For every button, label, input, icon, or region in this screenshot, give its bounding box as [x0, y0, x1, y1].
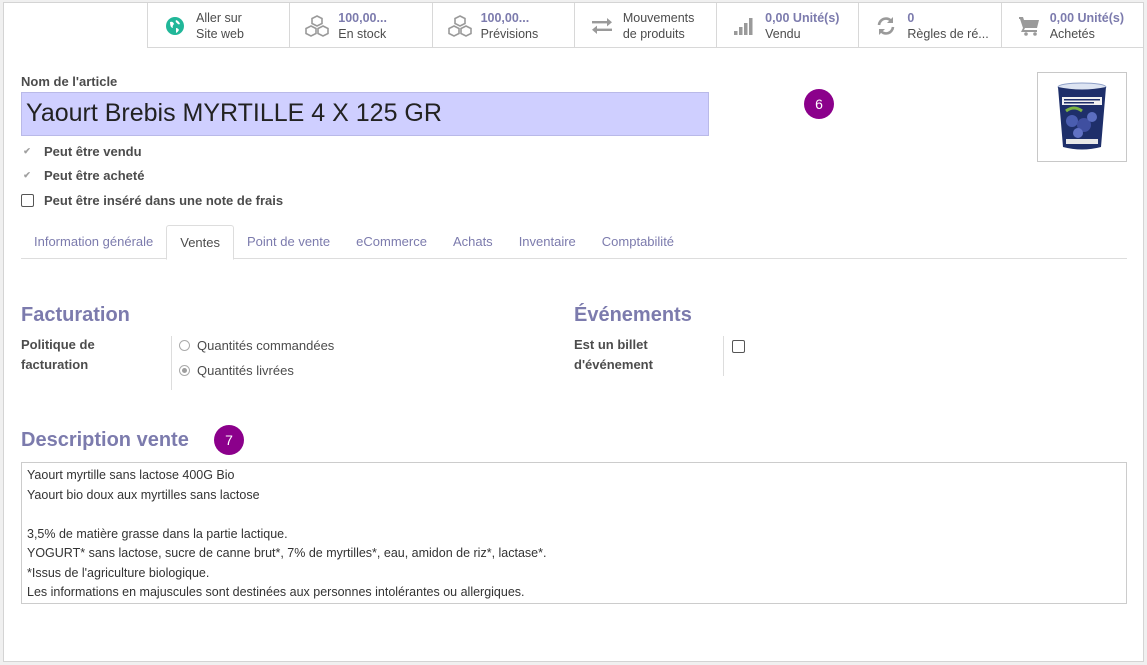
annotation-badge: 7	[214, 425, 244, 455]
can-be-purchased-checkbox[interactable]: ✔ Peut être acheté	[21, 168, 144, 183]
reorder-rules-value: 0	[907, 10, 915, 25]
tab-ecommerce[interactable]: eCommerce	[343, 225, 440, 259]
radio-selected-icon[interactable]	[179, 365, 190, 376]
website-button-label-2: Site web	[196, 26, 244, 41]
sales-description-textarea[interactable]: Yaourt myrtille sans lactose 400G Bio Ya…	[21, 462, 1127, 604]
product-name-label: Nom de l'article	[21, 74, 118, 89]
cubes-icon	[304, 13, 330, 39]
reorder-rules-button[interactable]: 0 Règles de ré...	[858, 3, 1000, 48]
sales-description-title: Description vente	[21, 429, 189, 451]
can-be-purchased-label: Peut être acheté	[44, 168, 145, 183]
field-separator	[723, 336, 724, 376]
radio-ordered-quantities[interactable]: Quantités commandées	[179, 338, 334, 353]
tab-accounting[interactable]: Comptabilité	[589, 225, 687, 259]
can-be-expensed-label: Peut être inséré dans une note de frais	[44, 193, 284, 208]
tab-point-of-sale[interactable]: Point de vente	[234, 225, 343, 259]
in-stock-button[interactable]: 100,00... En stock	[289, 3, 431, 48]
stat-button-box: Aller sur Site web 100,00... En stock 100,…	[147, 3, 1143, 48]
radio-delivered-quantities[interactable]: Quantités livrées	[179, 363, 294, 378]
sold-button[interactable]: 0,00 Unité(s) Vendu	[716, 3, 858, 48]
forecast-value: 100,00...	[480, 10, 530, 25]
radio-delivered-quantities-label: Quantités livrées	[197, 363, 294, 378]
description-line: Yaourt myrtille sans lactose 400G Bio	[27, 468, 235, 482]
product-name-field[interactable]: Yaourt Brebis MYRTILLE 4 X 125 GR	[21, 92, 709, 136]
event-ticket-label-line-1: Est un billet	[574, 337, 648, 352]
yogurt-cup-image	[1057, 82, 1107, 150]
purchased-button[interactable]: 0,00 Unité(s) Achetés	[1000, 3, 1143, 48]
forecast-button[interactable]: 100,00... Prévisions	[431, 3, 574, 48]
signal-bars-icon	[731, 13, 757, 39]
invoicing-policy-label: Politique de facturation	[21, 335, 95, 375]
description-line: *Issus de l'agriculture biologique.	[27, 565, 210, 580]
tab-inventory[interactable]: Inventaire	[506, 225, 589, 259]
invoicing-policy-label-line-1: Politique de	[21, 337, 95, 352]
invoicing-policy-label-line-2: facturation	[21, 357, 89, 372]
invoicing-section-title: Facturation	[21, 304, 130, 326]
radio-ordered-quantities-label: Quantités commandées	[197, 338, 335, 353]
in-stock-label: En stock	[338, 26, 387, 41]
event-ticket-label: Est un billet d'événement	[574, 335, 653, 375]
events-section-title: Événements	[574, 304, 692, 326]
annotation-badge: 6	[804, 89, 834, 119]
product-moves-label-1: Mouvements	[622, 10, 695, 25]
refresh-icon	[873, 13, 899, 39]
product-image[interactable]	[1037, 72, 1127, 162]
purchased-value: 0,00 Unité(s)	[1049, 10, 1125, 25]
tab-purchases[interactable]: Achats	[440, 225, 506, 259]
radio-unselected-icon[interactable]	[179, 340, 190, 351]
description-line: Yaourt bio doux aux myrtilles sans lacto…	[27, 487, 260, 502]
product-moves-label-2: de produits	[622, 26, 685, 41]
empty-checkbox-icon[interactable]	[21, 194, 34, 207]
event-ticket-label-line-2: d'événement	[574, 357, 653, 372]
checkmark-icon: ✔	[23, 170, 31, 180]
event-ticket-checkbox[interactable]	[732, 340, 745, 353]
reorder-rules-label: Règles de ré...	[907, 26, 989, 41]
notebook-tabs: Information générale Ventes Point de ven…	[21, 225, 1127, 260]
in-stock-value: 100,00...	[338, 10, 387, 25]
checkmark-icon: ✔	[23, 146, 31, 156]
purchased-label: Achetés	[1049, 26, 1095, 41]
can-be-expensed-checkbox[interactable]: Peut être inséré dans une note de frais	[21, 193, 283, 208]
description-line: Les informations en majuscules sont dest…	[27, 585, 525, 599]
globe-icon	[162, 13, 188, 39]
tab-general-information[interactable]: Information générale	[21, 225, 166, 259]
form-sheet: Aller sur Site web 100,00... En stock 100,…	[3, 2, 1144, 662]
cubes-icon	[447, 13, 473, 39]
field-separator	[171, 336, 172, 390]
website-button-label-1: Aller sur	[196, 10, 242, 25]
sold-label: Vendu	[765, 26, 801, 41]
exchange-arrows-icon	[589, 13, 615, 39]
forecast-label: Prévisions	[480, 26, 539, 41]
description-line: YOGURT* sans lactose, sucre de canne bru…	[27, 546, 547, 560]
tab-sales[interactable]: Ventes	[166, 225, 235, 260]
website-button[interactable]: Aller sur Site web	[147, 3, 289, 48]
can-be-sold-checkbox[interactable]: ✔ Peut être vendu	[21, 144, 142, 159]
sold-value: 0,00 Unité(s)	[765, 10, 840, 25]
can-be-sold-label: Peut être vendu	[44, 144, 142, 159]
description-line	[27, 505, 1121, 525]
product-moves-button[interactable]: Mouvements de produits	[573, 3, 716, 48]
shopping-cart-icon	[1016, 13, 1042, 39]
description-line: 3,5% de matière grasse dans la partie la…	[27, 526, 288, 541]
